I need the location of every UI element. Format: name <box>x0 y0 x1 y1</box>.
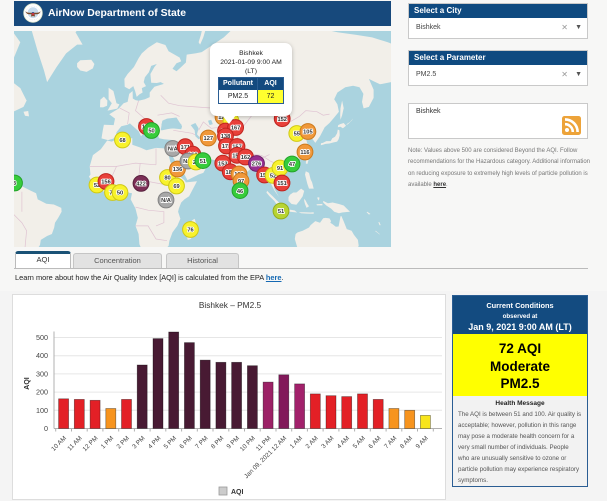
svg-text:10 PM: 10 PM <box>239 435 257 453</box>
svg-text:3 PM: 3 PM <box>131 435 147 451</box>
svg-text:AQI: AQI <box>231 489 244 496</box>
svg-text:AQI: AQI <box>24 377 31 390</box>
svg-text:51: 51 <box>278 209 284 215</box>
svg-text:91: 91 <box>277 166 283 172</box>
svg-text:8 AM: 8 AM <box>399 435 414 450</box>
svg-text:8 PM: 8 PM <box>210 435 226 451</box>
svg-text:46: 46 <box>237 189 243 195</box>
svg-text:1 AM: 1 AM <box>289 435 304 450</box>
svg-text:76: 76 <box>187 228 193 234</box>
svg-text:7 AM: 7 AM <box>383 435 398 450</box>
svg-text:422: 422 <box>136 182 146 188</box>
svg-text:200: 200 <box>36 388 48 397</box>
svg-text:N/A: N/A <box>161 198 171 204</box>
svg-text:105: 105 <box>303 130 313 136</box>
svg-text:1 PM: 1 PM <box>100 435 116 451</box>
svg-text:6 AM: 6 AM <box>367 435 382 450</box>
svg-text:300: 300 <box>36 369 48 378</box>
svg-text:2 PM: 2 PM <box>115 435 131 451</box>
svg-text:2 AM: 2 AM <box>304 435 319 450</box>
svg-text:7 PM: 7 PM <box>194 435 210 451</box>
svg-text:152: 152 <box>277 117 287 123</box>
svg-text:3: 3 <box>14 181 16 187</box>
svg-text:116: 116 <box>300 150 309 156</box>
svg-text:0: 0 <box>44 424 48 433</box>
svg-text:6 PM: 6 PM <box>178 435 194 451</box>
svg-text:400: 400 <box>36 351 48 360</box>
svg-text:11 AM: 11 AM <box>66 435 83 452</box>
svg-text:136: 136 <box>173 167 183 173</box>
svg-text:5 AM: 5 AM <box>352 435 367 450</box>
svg-text:55: 55 <box>294 132 300 138</box>
svg-text:68: 68 <box>119 138 125 144</box>
svg-text:127: 127 <box>204 136 214 142</box>
svg-text:500: 500 <box>36 333 48 342</box>
svg-text:47: 47 <box>289 162 295 168</box>
svg-text:4 AM: 4 AM <box>336 435 351 450</box>
svg-text:50: 50 <box>117 191 123 197</box>
svg-text:4 PM: 4 PM <box>147 435 163 451</box>
svg-text:12 PM: 12 PM <box>81 435 99 453</box>
svg-text:5 PM: 5 PM <box>163 435 179 451</box>
svg-text:51: 51 <box>200 159 206 165</box>
svg-text:N/A: N/A <box>168 147 178 153</box>
svg-text:69: 69 <box>173 184 179 190</box>
svg-text:100: 100 <box>36 406 48 415</box>
svg-text:10 AM: 10 AM <box>50 435 68 453</box>
svg-text:276: 276 <box>252 162 262 168</box>
svg-text:50: 50 <box>148 129 154 135</box>
svg-text:80: 80 <box>164 176 170 182</box>
svg-text:151: 151 <box>277 181 287 187</box>
svg-text:3 AM: 3 AM <box>320 435 335 450</box>
svg-text:9 AM: 9 AM <box>415 435 430 450</box>
svg-text:167: 167 <box>231 126 241 132</box>
